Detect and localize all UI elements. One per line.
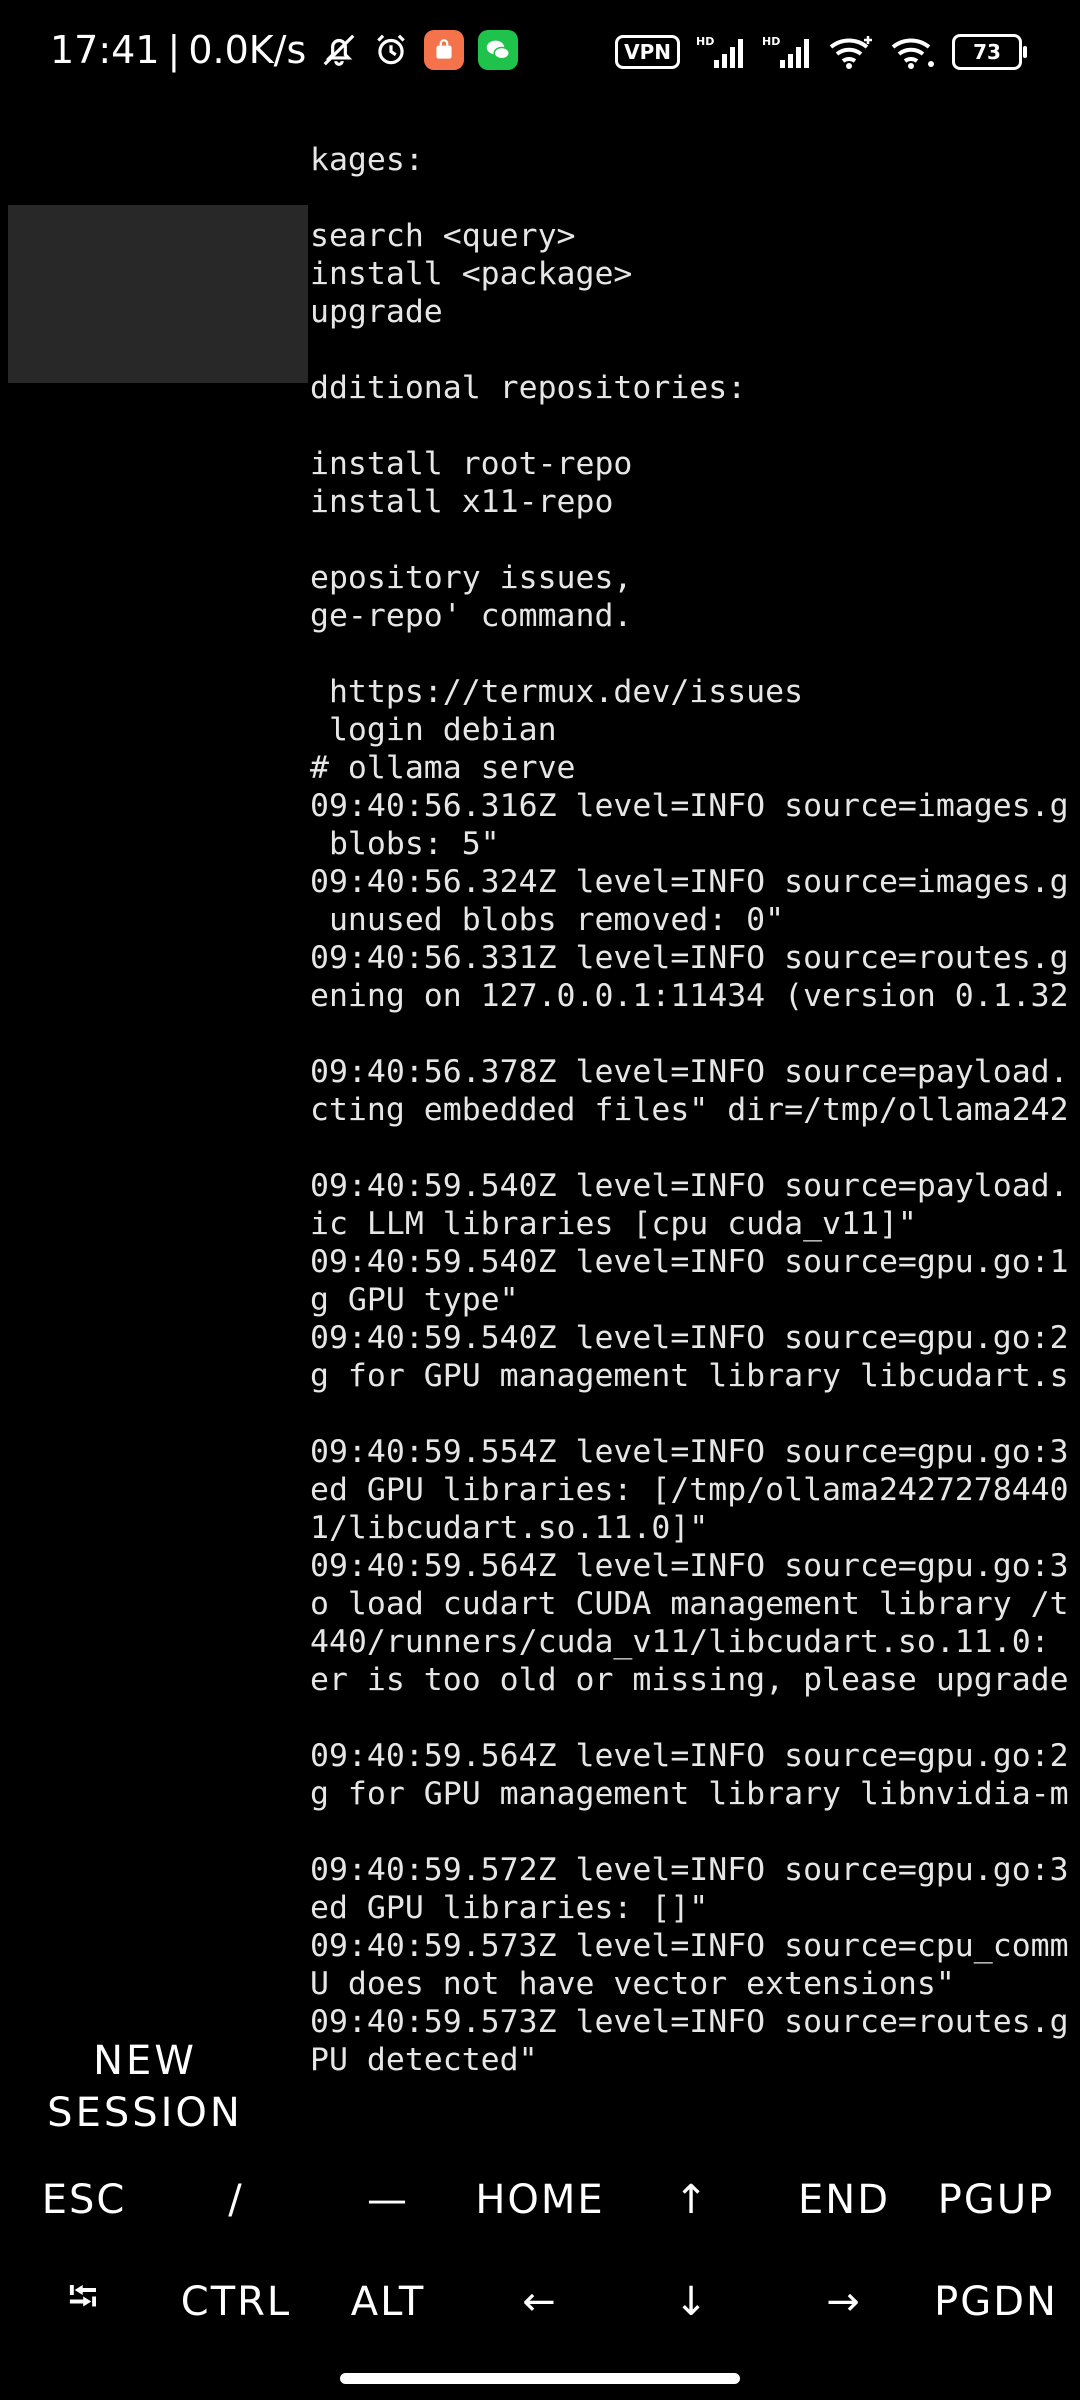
key-slash[interactable]: / xyxy=(160,2150,312,2250)
new-session-button[interactable]: NEW SESSION xyxy=(0,2035,290,2139)
terminal-line: search <query> xyxy=(310,218,576,254)
terminal-line: 09:40:59.554Z level=INFO source=gpu.go:3 xyxy=(310,1434,1069,1470)
terminal-line: ge-repo' command. xyxy=(310,598,633,634)
terminal-line: 09:40:59.564Z level=INFO source=gpu.go:3 xyxy=(310,1548,1069,1584)
terminal-line: 09:40:59.573Z level=INFO source=routes.g xyxy=(310,2004,1069,2040)
network-speed: 0.0K/s xyxy=(188,28,307,72)
terminal-line: # ollama serve xyxy=(310,750,576,786)
terminal-line: install <package> xyxy=(310,256,633,292)
terminal-line: install root-repo xyxy=(310,446,633,482)
terminal-line: 09:40:59.540Z level=INFO source=gpu.go:1 xyxy=(310,1244,1069,1280)
terminal-line: er is too old or missing, please upgrade xyxy=(310,1662,1069,1698)
key-right-arrow[interactable]: → xyxy=(768,2252,920,2352)
key-ctrl[interactable]: CTRL xyxy=(160,2252,312,2352)
terminal-line: install x11-repo xyxy=(310,484,614,520)
terminal-line: o load cudart CUDA management library /t xyxy=(310,1586,1069,1622)
terminal-line: upgrade xyxy=(310,294,443,330)
terminal-line: 09:40:56.324Z level=INFO source=images.g xyxy=(310,864,1069,900)
home-indicator[interactable] xyxy=(340,2373,740,2384)
terminal-line: dditional repositories: xyxy=(310,370,747,406)
terminal-output[interactable]: kages: search <query> install <package> upg… xyxy=(310,0,1080,2100)
key-end[interactable]: END xyxy=(768,2150,920,2250)
terminal-line: blobs: 5" xyxy=(310,826,500,862)
terminal-line: 09:40:56.378Z level=INFO source=payload. xyxy=(310,1054,1069,1090)
terminal-line: ed GPU libraries: [/tmp/ollama2427278440 xyxy=(310,1472,1069,1508)
terminal-line: 09:40:59.540Z level=INFO source=payload. xyxy=(310,1168,1069,1204)
terminal-line: g GPU type" xyxy=(310,1282,519,1318)
key-dash[interactable]: — xyxy=(312,2150,464,2250)
terminal-line: 1/libcudart.so.11.0]" xyxy=(310,1510,709,1546)
session-list-item[interactable] xyxy=(8,205,308,383)
terminal-line: 440/runners/cuda_v11/libcudart.so.11.0: xyxy=(310,1624,1050,1660)
terminal-line: 09:40:59.572Z level=INFO source=gpu.go:3 xyxy=(310,1852,1069,1888)
key-pgdn[interactable]: PGDN xyxy=(920,2252,1072,2352)
terminal-line: kages: xyxy=(310,142,424,178)
terminal-line: cting embedded files" dir=/tmp/ollama242 xyxy=(310,1092,1069,1128)
clock: 17:41 xyxy=(50,28,160,72)
extra-keys-bar: ESC / — HOME ↑ END PGUP ⭾ CTRL ALT ← ↓ →… xyxy=(0,2150,1080,2354)
session-drawer: NEW SESSION xyxy=(0,110,308,2140)
key-tab[interactable]: ⭾ xyxy=(8,2252,160,2352)
key-left-arrow[interactable]: ← xyxy=(464,2252,616,2352)
terminal-line: unused blobs removed: 0" xyxy=(310,902,785,938)
terminal-line: ed GPU libraries: []" xyxy=(310,1890,709,1926)
key-pgup[interactable]: PGUP xyxy=(920,2150,1072,2250)
terminal-line: ening on 127.0.0.1:11434 (version 0.1.32 xyxy=(310,978,1069,1014)
key-esc[interactable]: ESC xyxy=(8,2150,160,2250)
new-session-label-line2: SESSION xyxy=(47,2090,243,2136)
terminal-line: 09:40:59.573Z level=INFO source=cpu_comm xyxy=(310,1928,1069,1964)
new-session-label-line1: NEW xyxy=(93,2038,197,2084)
key-home[interactable]: HOME xyxy=(464,2150,616,2250)
terminal-line: U does not have vector extensions" xyxy=(310,1966,955,2002)
terminal-line: https://termux.dev/issues xyxy=(310,674,804,710)
key-alt[interactable]: ALT xyxy=(312,2252,464,2352)
terminal-line: 09:40:56.316Z level=INFO source=images.g xyxy=(310,788,1069,824)
terminal-line: 09:40:59.564Z level=INFO source=gpu.go:2 xyxy=(310,1738,1069,1774)
terminal-line: epository issues, xyxy=(310,560,633,596)
terminal-line: 09:40:59.540Z level=INFO source=gpu.go:2 xyxy=(310,1320,1069,1356)
key-up-arrow[interactable]: ↑ xyxy=(616,2150,768,2250)
terminal-line: g for GPU management library libcudart.s xyxy=(310,1358,1069,1394)
terminal-line: ic LLM libraries [cpu cuda_v11]" xyxy=(310,1206,917,1242)
status-separator: | xyxy=(167,28,181,72)
key-down-arrow[interactable]: ↓ xyxy=(616,2252,768,2352)
terminal-line: 09:40:56.331Z level=INFO source=routes.g xyxy=(310,940,1069,976)
terminal-line: login debian xyxy=(310,712,557,748)
terminal-line: PU detected" xyxy=(310,2042,538,2078)
terminal-line: g for GPU management library libnvidia-m xyxy=(310,1776,1069,1812)
